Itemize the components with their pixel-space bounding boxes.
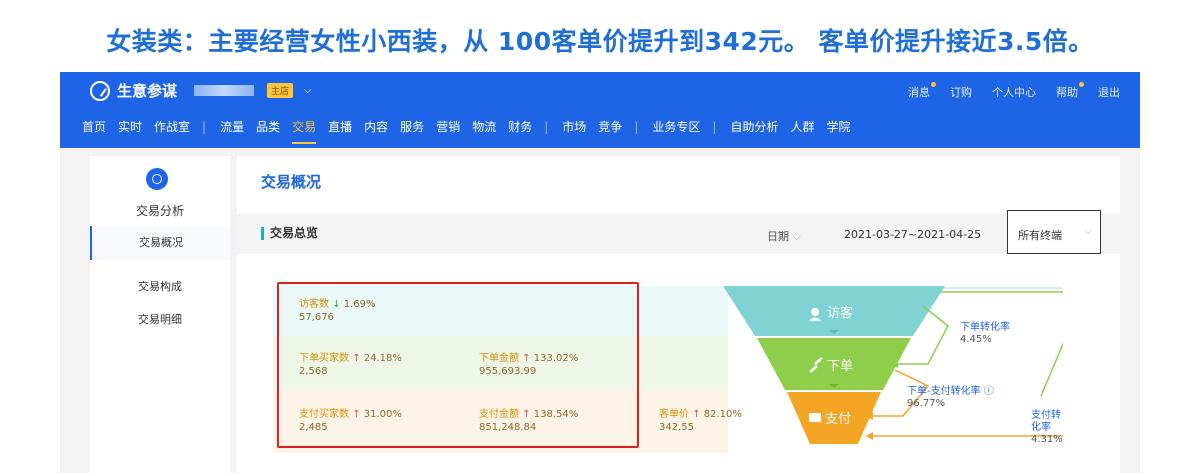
page-title: 交易概况 (261, 173, 322, 191)
nav-market[interactable]: 市场 (562, 118, 586, 135)
date-range[interactable]: 2021-03-27~2021-04-25 (844, 228, 981, 241)
section-title: 交易总览 (261, 227, 318, 240)
date-dropdown[interactable]: 日期 ⌵ (767, 228, 801, 244)
logo-icon (90, 80, 110, 101)
nav-self-analysis[interactable]: 自助分析 (730, 118, 778, 135)
conversion-order-pay-rate: 下单-支付转化率 ⓘ 96.77% (907, 386, 994, 410)
main-nav: 首页 实时 作战室 | 流量 品类 交易 直播 内容 服务 营销 物流 财务 |… (82, 118, 862, 144)
conversion-value: 96.77% (907, 398, 946, 409)
nav-separator: | (544, 119, 549, 134)
logo[interactable]: 生意参谋 主店 ⌵ (90, 80, 312, 101)
conversion-label: 支付转化率 (1031, 410, 1061, 433)
highlight-box (277, 282, 639, 448)
link-help[interactable]: 帮助 (1056, 82, 1084, 100)
nav-marketing[interactable]: 营销 (436, 118, 460, 135)
trade-funnel: 访客数 ↓ 1.69% 57,676 下单买家数 ↑ 24.18% 2,568 … (273, 282, 1063, 461)
nav-live[interactable]: 直播 (328, 118, 352, 135)
conversion-value: 4.45% (960, 334, 992, 345)
funnel-label-pay: 支付 (825, 412, 851, 427)
sidebar-item-overview[interactable]: 交易概况 (90, 226, 230, 260)
nav-finance[interactable]: 财务 (508, 118, 532, 135)
shop-name-redacted (194, 85, 255, 96)
nav-logistics[interactable]: 物流 (472, 118, 496, 135)
nav-separator: | (202, 119, 207, 134)
top-links: 消息 订购 个人中心 帮助 退出 (908, 82, 1120, 100)
sidebar-item-detail[interactable]: 交易明细 (90, 311, 230, 327)
link-account[interactable]: 个人中心 (992, 84, 1036, 100)
chevron-down-icon[interactable]: ⌵ (304, 85, 312, 96)
nav-trade[interactable]: 交易 (292, 118, 317, 144)
chevron-down-icon: ⌵ (1084, 226, 1092, 237)
date-label: 日期 (767, 230, 789, 243)
nav-separator: | (634, 119, 639, 134)
help-icon[interactable]: ⓘ (981, 386, 994, 397)
nav-separator: | (712, 119, 717, 134)
conversion-order-rate: 下单转化率 4.45% (960, 322, 1010, 346)
app-screenshot: 生意参谋 主店 ⌵ 消息 订购 个人中心 帮助 退出 首页 实时 作战室 | 流… (60, 72, 1140, 473)
nav-competition[interactable]: 竞争 (598, 118, 622, 135)
nav-warroom[interactable]: 作战室 (154, 118, 190, 135)
sidebar-item-composition[interactable]: 交易构成 (90, 278, 230, 294)
conversion-label: 下单转化率 (960, 322, 1010, 333)
nav-academy[interactable]: 学院 (826, 118, 850, 135)
main-panel: 交易概况 交易总览 日期 ⌵ 2021-03-27~2021-04-25 所有终… (237, 156, 1120, 473)
nav-content[interactable]: 内容 (364, 118, 388, 135)
link-messages[interactable]: 消息 (908, 82, 936, 100)
nav-category[interactable]: 品类 (256, 118, 280, 135)
nav-crowd[interactable]: 人群 (790, 118, 814, 135)
nav-traffic[interactable]: 流量 (220, 118, 244, 135)
chevron-down-icon: ⌵ (792, 230, 801, 243)
headline: 女装类：主要经营女性小西装，从 100客单价提升到342元。 客单价提升接近3.… (106, 27, 1094, 56)
metric-value: 342.55 (659, 422, 694, 433)
nav-business-zone[interactable]: 业务专区 (652, 118, 700, 135)
funnel-chart: 访客 下单 支付 (723, 286, 1063, 444)
terminal-select[interactable]: 所有终端 ⌵ (1007, 210, 1101, 254)
nav-home[interactable]: 首页 (82, 118, 106, 135)
funnel-label-visitor: 访客 (827, 305, 853, 321)
sidebar: 交易分析 交易概况 交易构成 交易明细 (90, 156, 230, 473)
arrow-up-icon: ↑ (692, 409, 701, 420)
nav-realtime[interactable]: 实时 (118, 118, 142, 135)
shop-tag: 主店 (267, 83, 294, 98)
funnel-label-order: 下单 (827, 359, 853, 374)
conversion-pay-rate: 支付转化率 4.31% (1031, 410, 1063, 446)
app-name: 生意参谋 (117, 82, 178, 100)
link-order[interactable]: 订购 (950, 84, 972, 100)
conversion-label: 下单-支付转化率 (907, 386, 981, 397)
link-logout[interactable]: 退出 (1098, 84, 1120, 100)
terminal-select-value: 所有终端 (1018, 229, 1062, 242)
trade-analysis-icon (146, 168, 168, 190)
metric-label: 客单价 (659, 409, 689, 420)
top-bar: 生意参谋 主店 ⌵ 消息 订购 个人中心 帮助 退出 首页 实时 作战室 | 流… (60, 72, 1140, 148)
sidebar-title: 交易分析 (135, 204, 184, 218)
nav-service[interactable]: 服务 (400, 118, 424, 135)
conversion-value: 4.31% (1031, 434, 1063, 445)
section-header: 交易总览 日期 ⌵ 2021-03-27~2021-04-25 所有终端 ⌵ (237, 210, 1120, 254)
